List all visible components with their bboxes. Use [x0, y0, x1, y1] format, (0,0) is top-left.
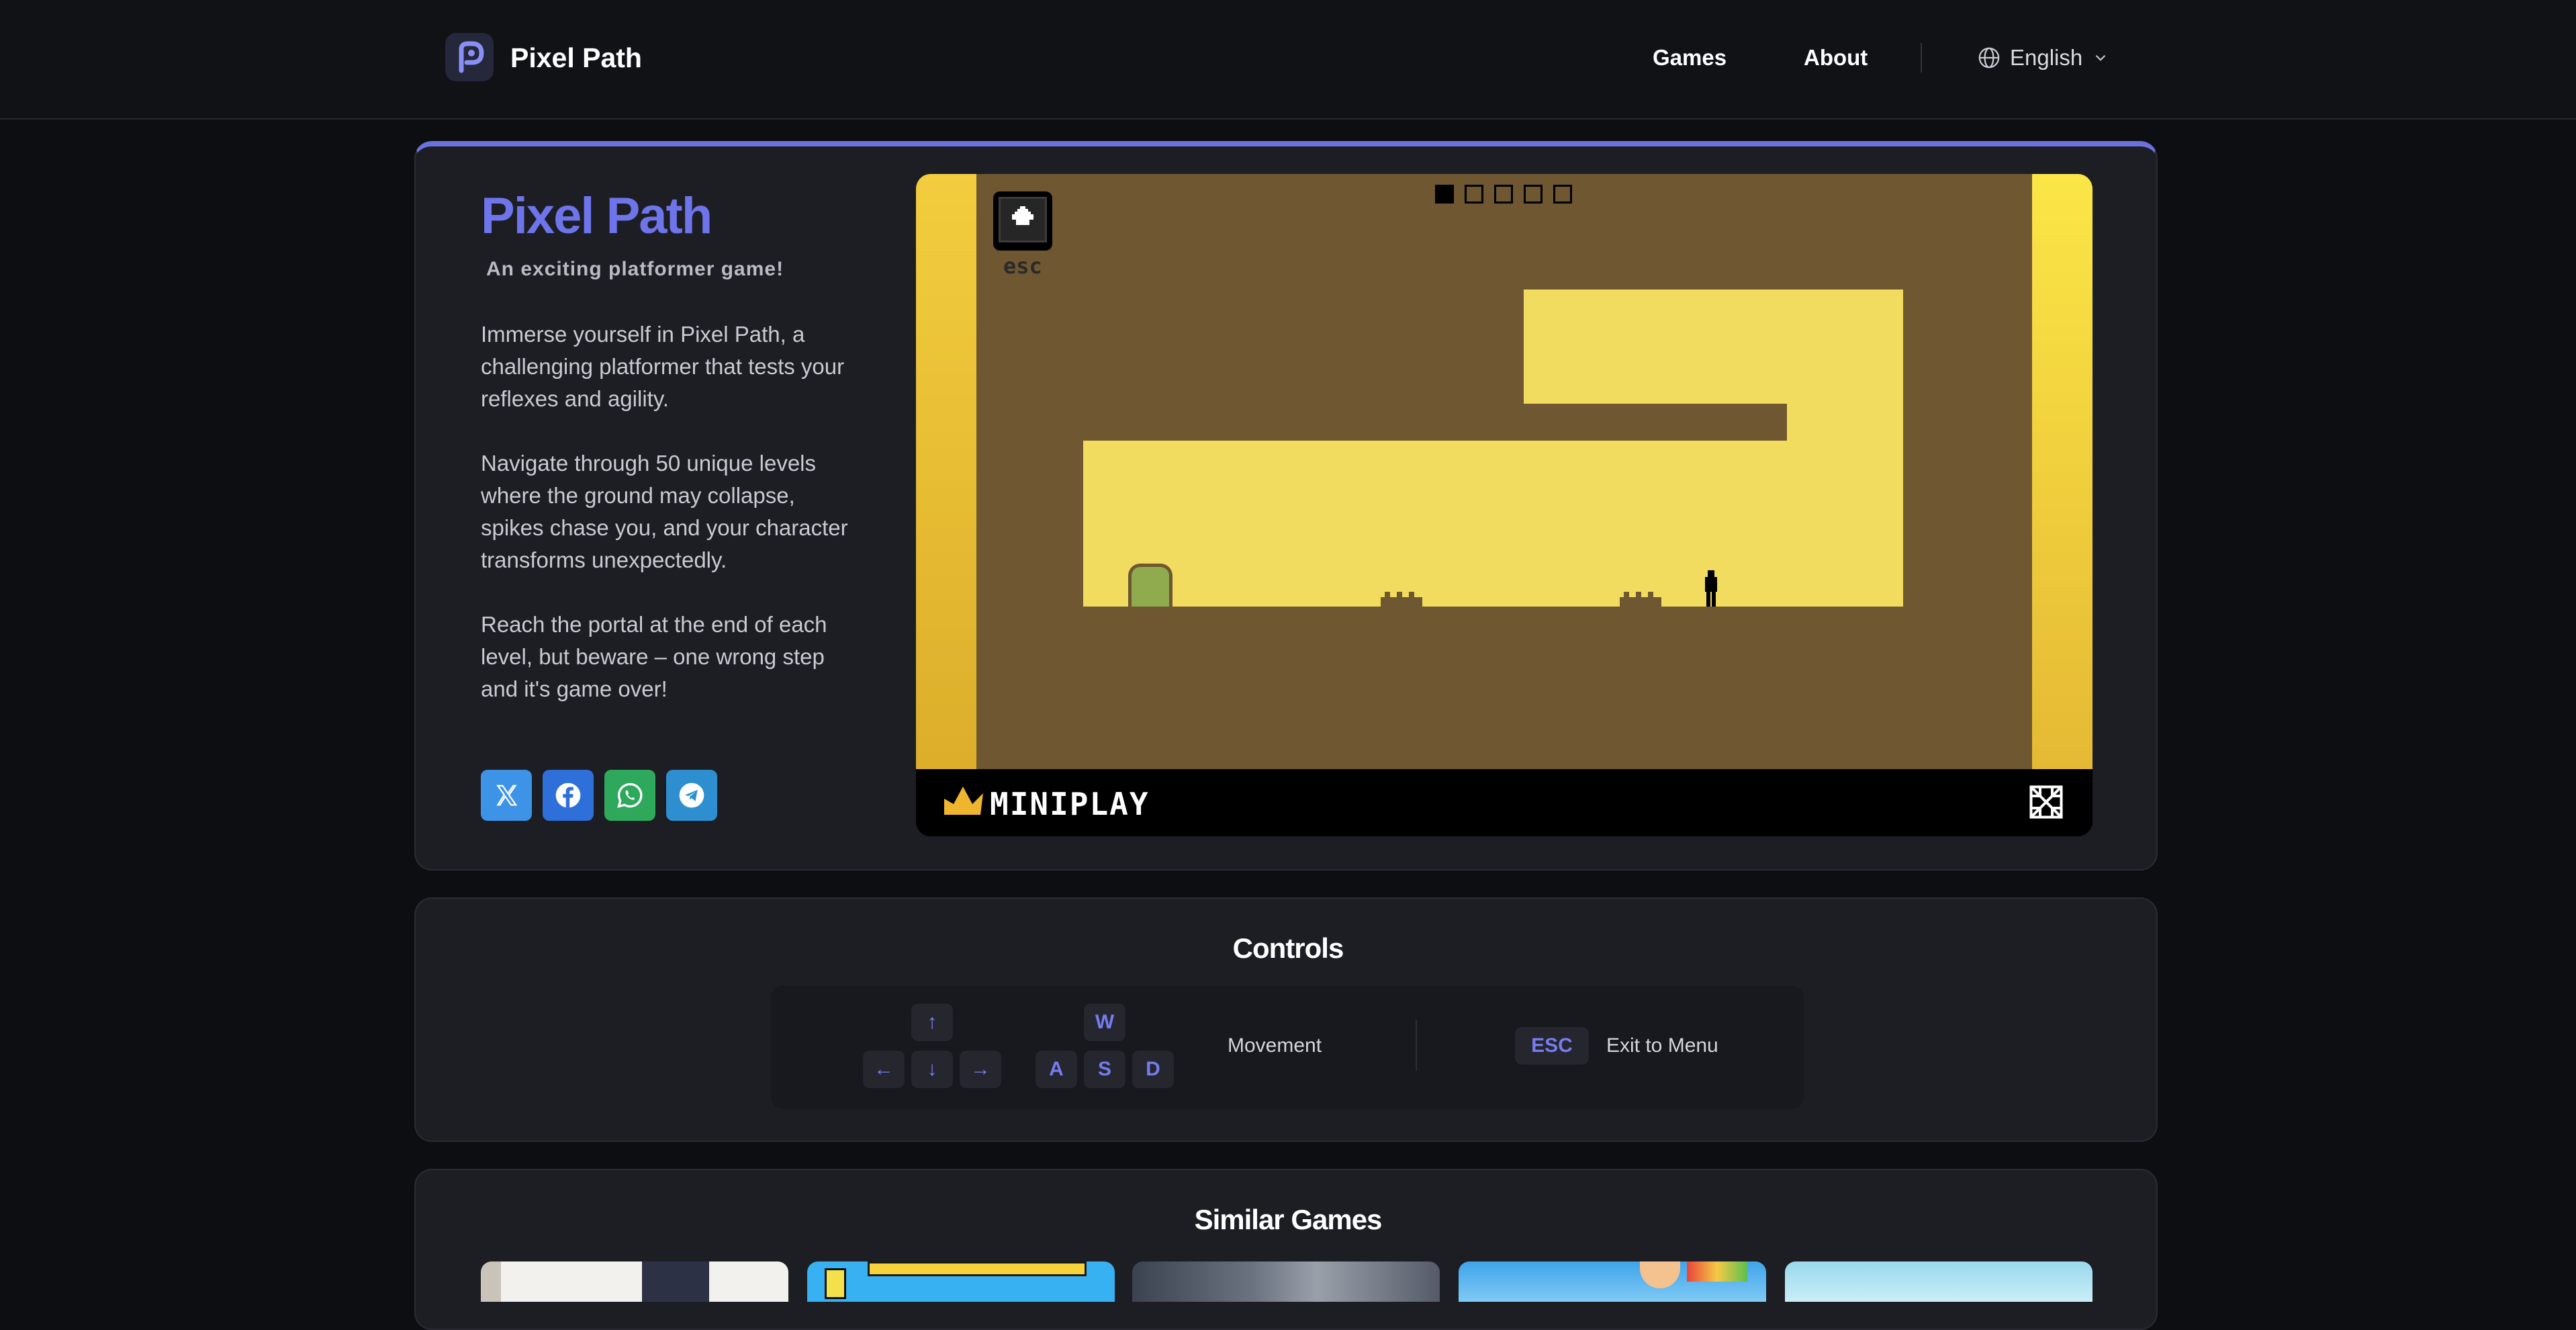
similar-game-thumbnail[interactable] [481, 1261, 788, 1302]
similar-game-thumbnail[interactable] [1785, 1261, 2092, 1302]
level-sky-block [1524, 290, 1903, 404]
key-arrow-down: ↓ [911, 1051, 953, 1088]
share-facebook-button[interactable] [543, 770, 594, 821]
level-progress-dot [1435, 185, 1454, 204]
level-progress-dot [1465, 185, 1483, 204]
nav-about[interactable]: About [1804, 43, 1868, 73]
esc-label: esc [1003, 253, 1042, 279]
description-paragraph: Immerse yourself in Pixel Path, a challe… [481, 322, 845, 411]
description-paragraph: Navigate through 50 unique levels where … [481, 451, 848, 572]
globe-icon [1978, 47, 2000, 69]
language-label: English [2010, 45, 2083, 70]
movement-label: Movement [1228, 1034, 1322, 1057]
exit-menu-label: Exit to Menu [1606, 1034, 1718, 1057]
key-d: D [1132, 1051, 1174, 1088]
esc-button[interactable] [993, 191, 1052, 251]
key-w: W [1084, 1004, 1125, 1041]
site-header: Pixel Path Games About English [0, 0, 2576, 120]
pixel-home-icon [1012, 206, 1033, 225]
similar-games-title: Similar Games [1194, 1204, 1383, 1235]
player-character-icon [1705, 570, 1717, 607]
telegram-icon [679, 783, 704, 808]
chevron-down-icon [2095, 54, 2106, 61]
description-paragraph: Reach the portal at the end of each leve… [481, 612, 827, 701]
similar-game-thumbnail[interactable] [1132, 1261, 1440, 1302]
share-telegram-button[interactable] [666, 770, 717, 821]
portal-icon [1128, 564, 1172, 607]
similar-game-thumbnail[interactable] [1459, 1261, 1766, 1302]
similar-game-thumbnail[interactable] [807, 1261, 1115, 1302]
facebook-icon [555, 783, 581, 808]
level-ledge [1524, 404, 1787, 441]
game-canvas[interactable]: esc [916, 174, 2092, 769]
game-tagline: An exciting platformer game! [486, 258, 784, 280]
key-arrow-right: → [960, 1051, 1001, 1088]
share-whatsapp-button[interactable] [604, 770, 655, 821]
level-sky-block [1083, 441, 1903, 607]
controls-divider [1416, 1020, 1417, 1071]
logo-icon[interactable] [445, 33, 494, 81]
similar-games-card [414, 1169, 2158, 1330]
controls-title: Controls [1232, 932, 1344, 964]
brand-name[interactable]: Pixel Path [510, 40, 642, 75]
x-icon [496, 785, 518, 806]
level-progress-dot [1524, 185, 1543, 204]
game-border-left [916, 174, 976, 769]
spike-icon [1381, 592, 1422, 607]
level-sky-block [1787, 404, 1903, 441]
key-arrow-left: ← [863, 1051, 905, 1088]
language-selector[interactable]: English [1978, 43, 2109, 73]
level-progress-dot [1553, 185, 1572, 204]
game-frame[interactable]: esc MINIPLAY [916, 174, 2092, 836]
key-s: S [1084, 1051, 1125, 1088]
provider-logo[interactable]: MINIPLAY [990, 788, 1150, 820]
key-a: A [1036, 1051, 1077, 1088]
level-progress-dot [1494, 185, 1513, 204]
crown-icon [944, 787, 983, 815]
key-arrow-up: ↑ [911, 1004, 953, 1041]
game-footer-bar: MINIPLAY [916, 769, 2092, 836]
share-x-button[interactable] [481, 770, 532, 821]
nav-divider [1921, 43, 1922, 73]
fullscreen-icon[interactable] [2028, 784, 2064, 820]
game-title: Pixel Path [481, 187, 712, 245]
whatsapp-icon [617, 783, 643, 808]
nav-games[interactable]: Games [1653, 43, 1727, 73]
spike-icon [1620, 592, 1661, 607]
game-border-right [2032, 174, 2092, 769]
key-esc: ESC [1515, 1027, 1589, 1065]
